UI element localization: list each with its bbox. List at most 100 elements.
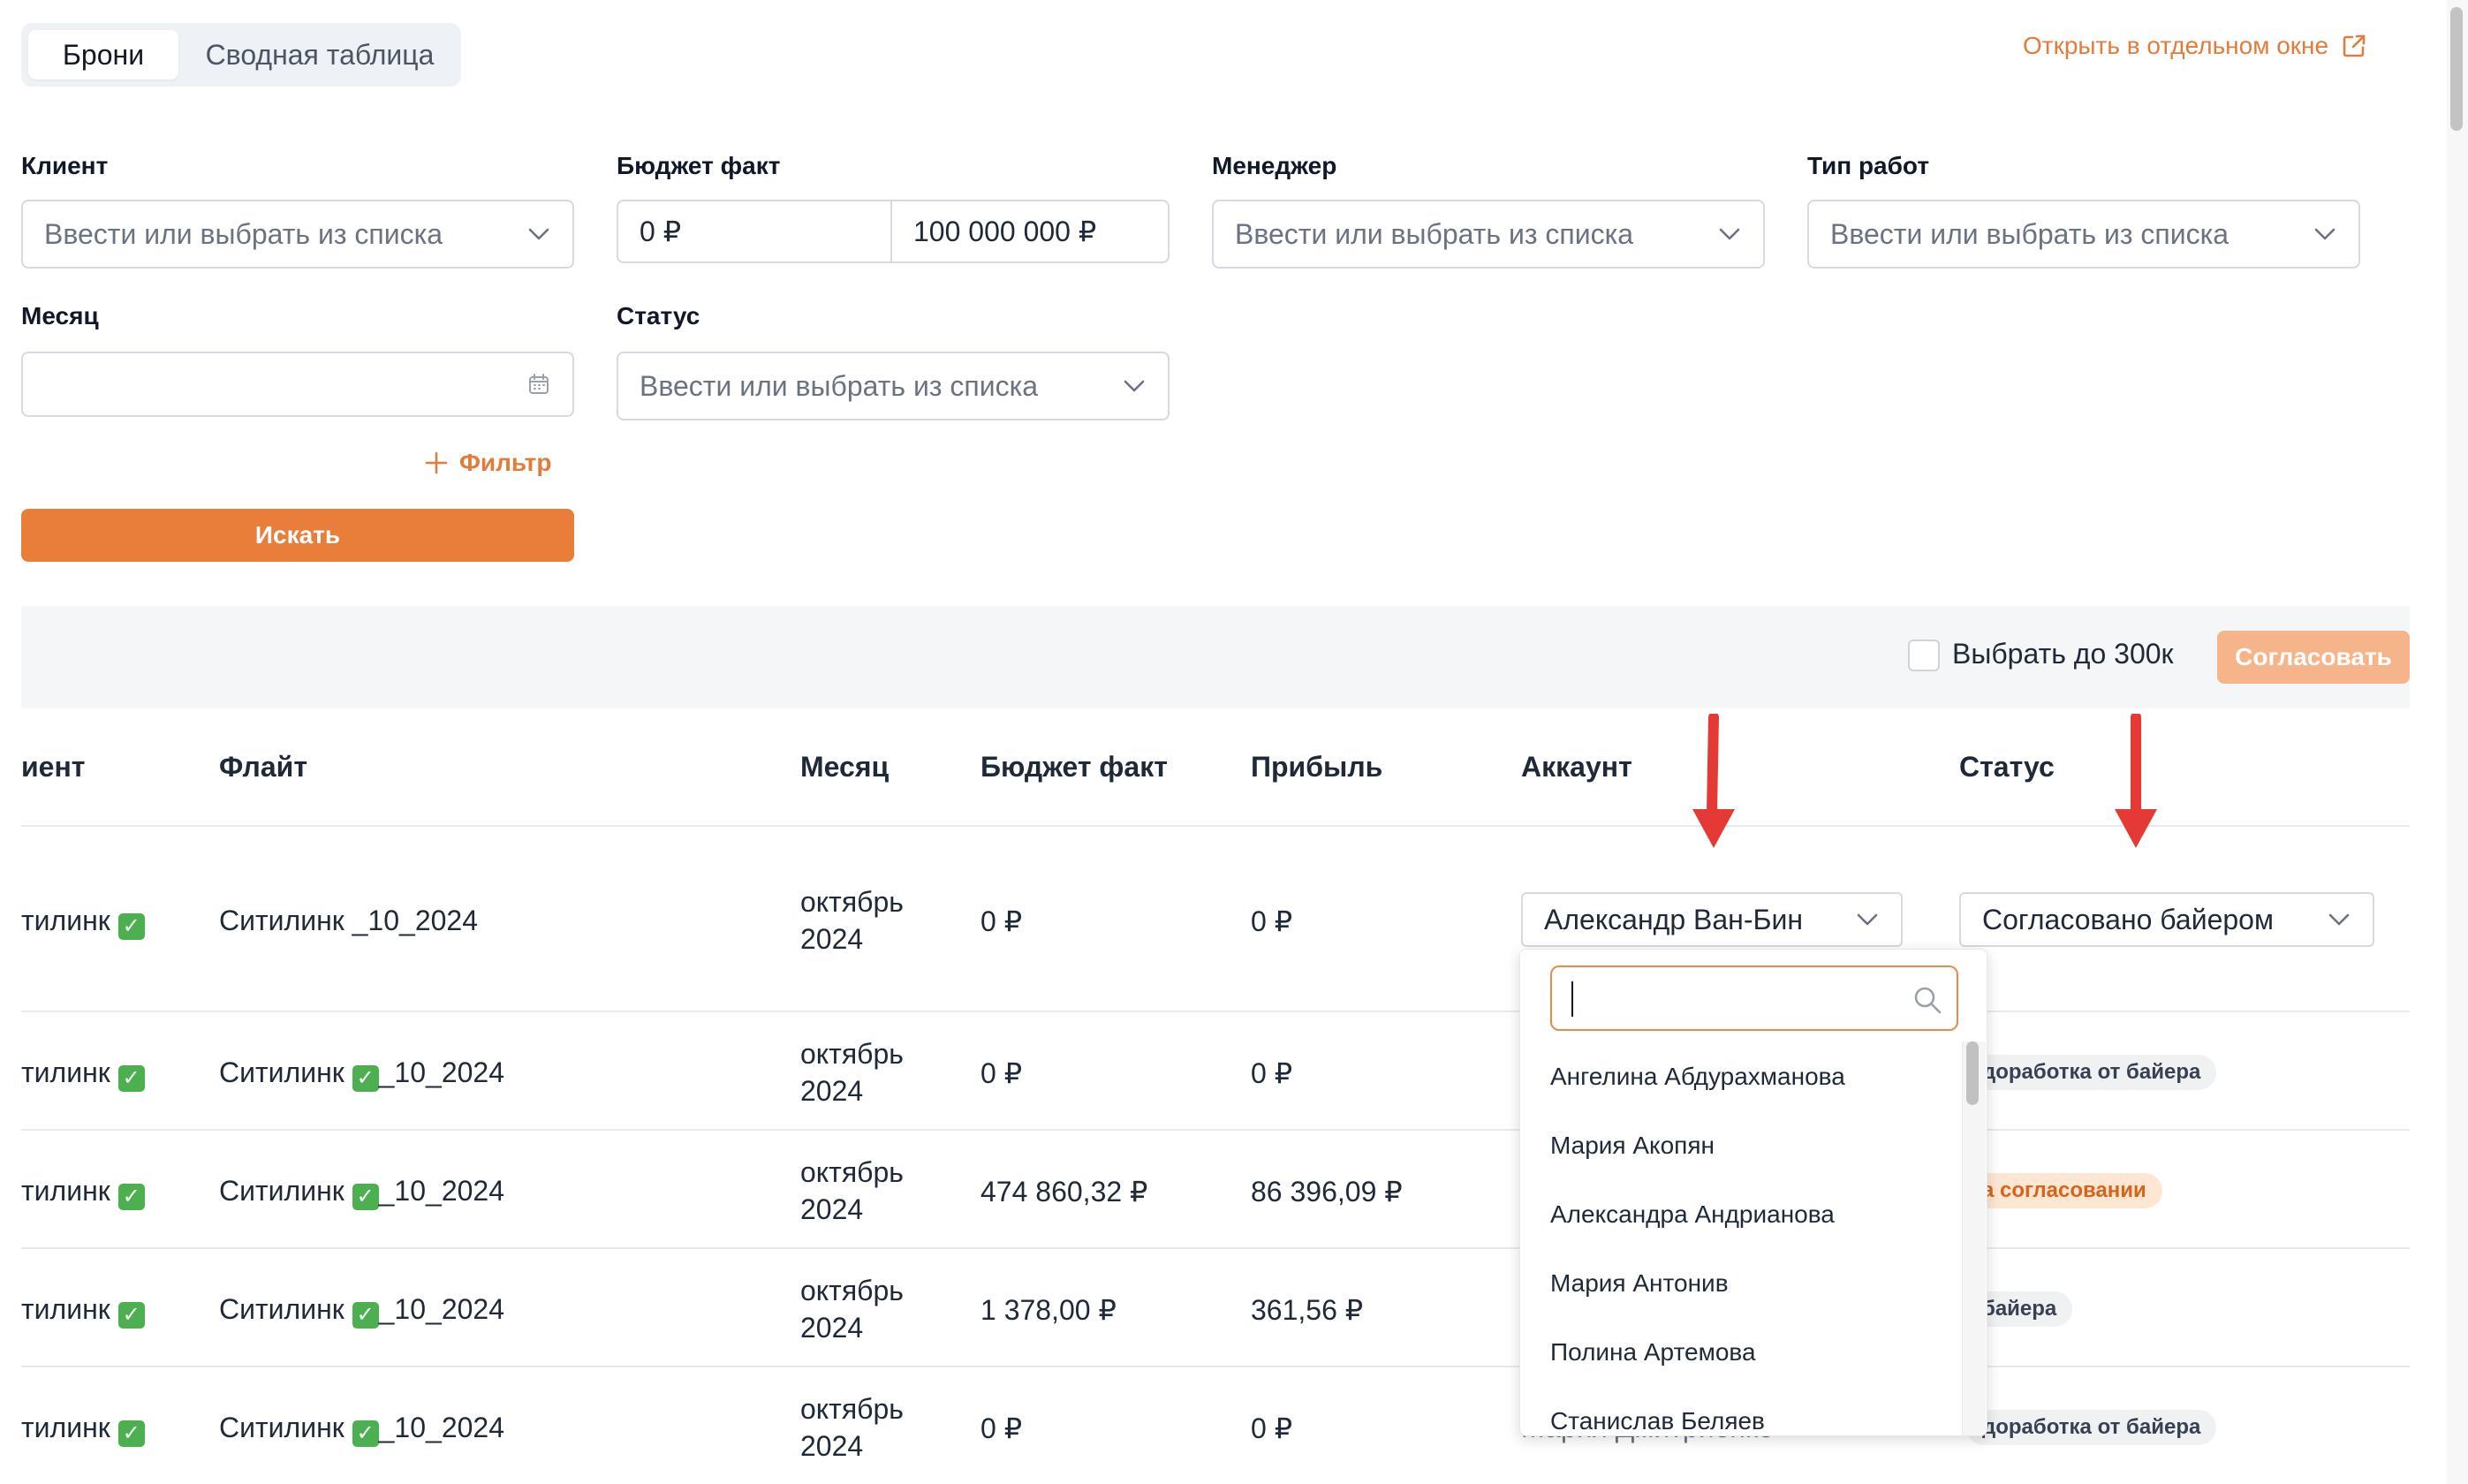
budget-from-value: 0 ₽	[640, 216, 682, 247]
check-mark-icon: ✓	[117, 1420, 145, 1447]
text-cursor	[1571, 981, 1573, 1017]
arrow-down-icon	[1692, 714, 1735, 848]
search-icon	[1914, 987, 1942, 1014]
open-in-new-window-link[interactable]: Открыть в отдельном окне	[2023, 32, 2367, 60]
arrow-down-icon	[2115, 714, 2157, 848]
budget-cell: 0 ₽	[980, 905, 1023, 937]
client-cell: тилинк	[21, 1175, 110, 1207]
add-filter-button[interactable]: Фильтр	[424, 449, 551, 477]
profit-cell: 361,56 ₽	[1251, 1294, 1364, 1326]
dropdown-scrollbar-thumb[interactable]	[1966, 1041, 1979, 1105]
chevron-down-icon	[2328, 913, 2350, 926]
flight-suffix: _10_2024	[378, 1175, 504, 1207]
calendar-icon	[529, 374, 549, 394]
page-scrollbar[interactable]	[2447, 0, 2468, 1484]
profit-cell: 0 ₽	[1251, 1412, 1293, 1444]
flight-cell: Ситилинк ✓ _10_2024	[219, 1056, 504, 1092]
header-account: Аккаунт	[1521, 751, 1632, 783]
month-year: 2024	[800, 1312, 864, 1344]
chevron-down-icon	[1719, 228, 1740, 240]
work-type-select[interactable]: Ввести или выбрать из списка	[1807, 200, 2360, 269]
check-mark-icon: ✓	[117, 1065, 145, 1092]
tab-bookings[interactable]: Брони	[28, 30, 178, 80]
flight-suffix: _10_2024	[378, 1412, 504, 1443]
account-option[interactable]: Мария Антонив	[1550, 1269, 1729, 1298]
status-badge: доработка от байера	[1966, 1410, 2217, 1445]
tabs-bar: Брони Сводная таблица	[21, 23, 461, 87]
client-cell: тилинк	[21, 905, 110, 936]
search-button[interactable]: Искать	[21, 509, 574, 562]
tab-summary-table[interactable]: Сводная таблица	[189, 30, 450, 80]
account-option[interactable]: Ангелина Абдурахманова	[1550, 1063, 1845, 1091]
account-option[interactable]: Станислав Беляев	[1550, 1407, 1765, 1435]
work-type-label: Тип работ	[1807, 152, 1930, 179]
header-status: Статус	[1959, 751, 2055, 783]
check-mark-icon: ✓	[352, 1420, 379, 1447]
account-option[interactable]: Мария Акопян	[1550, 1132, 1715, 1160]
client-cell: тилинк	[21, 1056, 110, 1088]
row-divider	[21, 1129, 2410, 1131]
month-cell: октябрь 2024	[800, 1154, 904, 1228]
table-row: тилинк ✓	[21, 1175, 145, 1210]
manager-label: Менеджер	[1212, 152, 1337, 179]
open-in-new-window-label: Открыть в отдельном окне	[2023, 32, 2329, 59]
budget-label: Бюджет факт	[617, 152, 781, 179]
account-select[interactable]: Александр Ван-Бин	[1521, 892, 1903, 947]
client-select[interactable]: Ввести или выбрать из списка	[21, 200, 574, 269]
budget-cell: 0 ₽	[980, 1412, 1023, 1444]
row-divider	[21, 1366, 2410, 1367]
work-type-placeholder: Ввести или выбрать из списка	[1830, 217, 2230, 250]
month-name: октябрь	[800, 886, 904, 918]
budget-to-value: 100 000 000 ₽	[913, 216, 1097, 247]
table-row: тилинк ✓	[21, 1056, 145, 1092]
check-mark-icon: ✓	[352, 1184, 379, 1210]
select-upto-checkbox[interactable]	[1908, 640, 1940, 671]
row-divider	[21, 1011, 2410, 1012]
month-cell: октябрь 2024	[800, 1272, 904, 1346]
account-option[interactable]: Полина Артемова	[1550, 1338, 1756, 1367]
chevron-down-icon	[1124, 380, 1145, 392]
chevron-down-icon	[1857, 913, 1878, 926]
account-option[interactable]: Александра Андрианова	[1550, 1200, 1835, 1229]
header-divider	[21, 825, 2410, 827]
flight-name: Ситилинк	[219, 1293, 352, 1325]
profit-cell: 0 ₽	[1251, 905, 1293, 937]
client-placeholder: Ввести или выбрать из списка	[44, 217, 443, 250]
status-placeholder: Ввести или выбрать из списка	[640, 369, 1039, 402]
budget-cell: 1 378,00 ₽	[980, 1294, 1117, 1326]
month-datepicker[interactable]	[21, 352, 574, 417]
header-budget: Бюджет факт	[980, 751, 1168, 783]
manager-select[interactable]: Ввести или выбрать из списка	[1212, 200, 1765, 269]
check-mark-icon: ✓	[117, 913, 145, 940]
header-flight: Флайт	[219, 751, 307, 783]
budget-to-input[interactable]: 100 000 000 ₽	[890, 200, 1170, 263]
status-badge: доработка от байера	[1966, 1055, 2217, 1090]
status-value: Согласовано байером	[1982, 903, 2274, 935]
status-badge: а согласовании	[1966, 1173, 2162, 1208]
budget-from-input[interactable]: 0 ₽	[617, 200, 892, 263]
month-name: октябрь	[800, 1038, 904, 1070]
profit-cell: 86 396,09 ₽	[1251, 1176, 1403, 1208]
month-name: октябрь	[800, 1156, 904, 1188]
header-month: Месяц	[800, 751, 890, 783]
flight-name: Ситилинк	[219, 1175, 352, 1207]
approve-button[interactable]: Согласовать	[2217, 631, 2410, 684]
month-name: октябрь	[800, 1393, 904, 1425]
month-label: Месяц	[21, 302, 99, 329]
flight-suffix: _10_2024	[378, 1056, 504, 1088]
check-mark-icon: ✓	[117, 1302, 145, 1329]
table-row: тилинк ✓	[21, 1293, 145, 1329]
profit-cell: 0 ₽	[1251, 1057, 1293, 1089]
external-link-icon	[2343, 34, 2366, 57]
status-select-row[interactable]: Согласовано байером	[1959, 892, 2374, 947]
account-search-input[interactable]	[1550, 965, 1958, 1031]
page-scrollbar-thumb[interactable]	[2450, 7, 2463, 131]
client-cell: тилинк	[21, 1412, 110, 1443]
row-divider	[21, 1247, 2410, 1249]
month-year: 2024	[800, 1430, 864, 1462]
month-year: 2024	[800, 1193, 864, 1225]
client-cell: тилинк	[21, 1293, 110, 1325]
status-select[interactable]: Ввести или выбрать из списка	[617, 352, 1170, 420]
flight-cell: Ситилинк ✓ _10_2024	[219, 1175, 504, 1210]
header-profit: Прибыль	[1251, 751, 1383, 783]
